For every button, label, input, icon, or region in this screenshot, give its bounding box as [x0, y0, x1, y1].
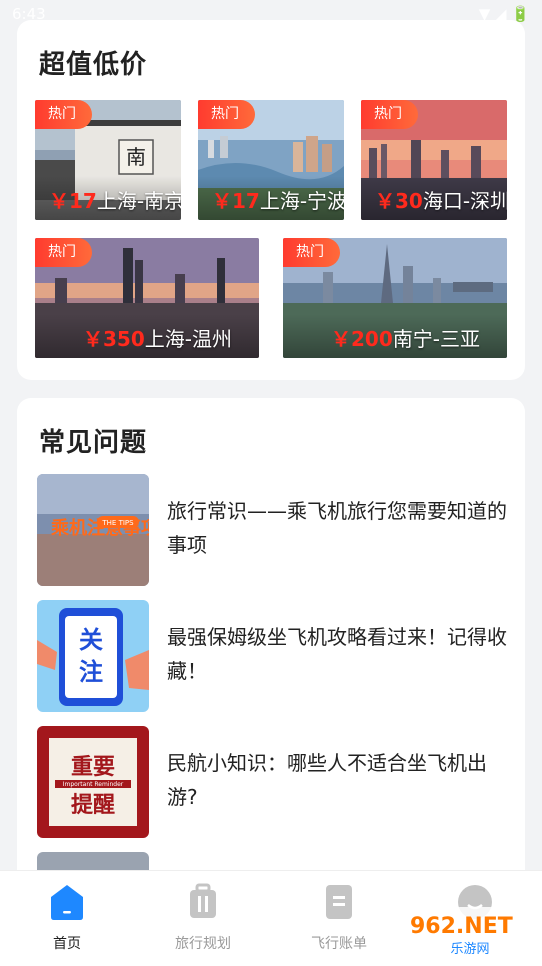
- deal-price: ￥200: [331, 327, 393, 351]
- deal-price: ￥17: [49, 189, 97, 213]
- faq-item-title: 旅行常识——乘飞机旅行您需要知道的事项: [167, 499, 507, 557]
- deal-label: ￥17上海-南京: [49, 185, 181, 214]
- svg-text:关: 关: [79, 626, 103, 654]
- deal-price: ￥17: [212, 189, 260, 213]
- deal-label: ￥17上海-宁波: [212, 185, 344, 214]
- reminder-thumbnail-image: 重要 Important Reminder 提醒: [37, 726, 149, 838]
- watermark-sub: 乐游网: [450, 942, 489, 957]
- faq-thumbnail: 重要 Important Reminder 提醒: [37, 726, 149, 838]
- deal-tile-shanghai-ningbo[interactable]: 热门 ￥17上海-宁波: [198, 100, 344, 220]
- deal-route: 海口-深圳: [422, 189, 507, 213]
- faq-item[interactable]: 乘机注意事项 THE TIPS 旅行常识——乘飞机旅行您需要知道的事项: [37, 474, 507, 586]
- hot-badge: 热门: [361, 100, 418, 129]
- thumb-tag: Important Reminder: [63, 781, 124, 788]
- hot-badge: 热门: [198, 100, 255, 129]
- watermark-brand: 962.NET: [410, 914, 513, 939]
- deal-route: 上海-温州: [144, 327, 232, 351]
- nav-trip-planning[interactable]: 旅行规划: [148, 883, 258, 953]
- deal-label: ￥350上海-温州: [83, 323, 232, 352]
- faq-thumbnail: 关 注: [37, 600, 149, 712]
- deal-tile-shanghai-wenzhou[interactable]: 热门 ￥350上海-温州: [35, 238, 259, 358]
- thumb-tag: THE TIPS: [101, 519, 134, 527]
- svg-text:重要: 重要: [71, 755, 115, 780]
- deal-tile-haikou-shenzhen[interactable]: 热门 ￥30海口-深圳: [361, 100, 507, 220]
- svg-text:南: 南: [126, 145, 146, 169]
- nav-label-trip-planning: 旅行规划: [175, 936, 231, 952]
- nav-flight-bill[interactable]: 飞行账单: [284, 883, 394, 953]
- hot-badge: 热门: [35, 100, 92, 129]
- faq-item-title: 最强保姆级坐飞机攻略看过来！记得收藏！: [167, 625, 507, 683]
- deals-section-title: 超值低价: [39, 50, 148, 80]
- deal-tile-shanghai-nanjing[interactable]: 南 热门 ￥17上海-南京: [35, 100, 181, 220]
- svg-text:提醒: 提醒: [71, 792, 115, 818]
- deal-price: ￥350: [83, 327, 145, 351]
- suitcase-icon: [190, 883, 216, 918]
- deal-route: 上海-南京: [96, 189, 181, 213]
- deal-tile-nanning-sanya[interactable]: 热门 ￥200南宁-三亚: [283, 238, 507, 358]
- hot-badge: 热门: [283, 238, 340, 267]
- follow-thumbnail-image: 关 注: [37, 600, 149, 712]
- faq-thumbnail: 乘机注意事项 THE TIPS: [37, 474, 149, 586]
- faq-section-title: 常见问题: [39, 428, 148, 458]
- faq-item[interactable]: 关 注 最强保姆级坐飞机攻略看过来！记得收藏！: [37, 600, 507, 712]
- tips-thumbnail-image: 乘机注意事项 THE TIPS: [37, 474, 149, 586]
- deals-card: 超值低价 南 热门 ￥17上海-南京 热门 ￥17上海-宁波 热门 ￥30海口-…: [17, 20, 525, 380]
- bill-icon: [326, 885, 352, 919]
- deal-price: ￥30: [375, 189, 423, 213]
- deal-label: ￥200南宁-三亚: [331, 323, 480, 352]
- faq-item-title: 民航小知识：哪些人不适合坐飞机出游?: [167, 751, 487, 809]
- svg-text:注: 注: [79, 658, 103, 686]
- faq-item[interactable]: 重要 Important Reminder 提醒 民航小知识：哪些人不适合坐飞机…: [37, 726, 507, 838]
- deal-route: 南宁-三亚: [392, 327, 480, 351]
- nav-label-flight-bill: 飞行账单: [311, 936, 367, 952]
- deal-route: 上海-宁波: [259, 189, 344, 213]
- hot-badge: 热门: [35, 238, 92, 267]
- deal-label: ￥30海口-深圳: [375, 185, 507, 214]
- home-icon: [51, 885, 83, 920]
- nav-label-home: 首页: [53, 936, 81, 952]
- watermark-logo: 962.NET 乐游网: [402, 907, 538, 957]
- nav-home[interactable]: 首页: [12, 883, 122, 953]
